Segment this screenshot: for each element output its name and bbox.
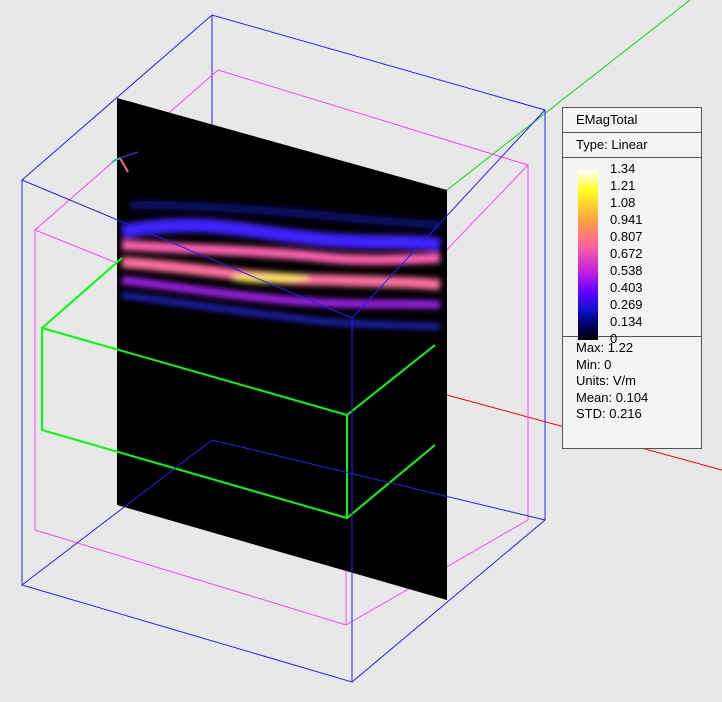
stat-units: Units: V/m (576, 373, 636, 388)
tick-label: 0.403 (610, 280, 643, 295)
stat-mean: Mean: 0.104 (576, 389, 649, 405)
tick-label: 0.941 (610, 212, 643, 227)
legend-title: EMagTotal (563, 108, 701, 133)
legend-scale: 1.34 1.21 1.08 0.941 0.807 0.672 0.538 0… (563, 158, 701, 346)
tick-label: 0 (610, 331, 618, 346)
color-bar (578, 170, 598, 340)
legend-ticks: 1.34 1.21 1.08 0.941 0.807 0.672 0.538 0… (610, 160, 643, 347)
legend-type: Type: Linear (563, 133, 701, 158)
stat-min: Min: 0 (576, 356, 612, 372)
tick-label: 0.269 (610, 297, 643, 312)
legend-stats: Max: 1.22 Min: 0 Units: V/m Mean: 0.104 … (563, 337, 701, 423)
tick-label: 1.21 (610, 178, 636, 193)
tick-label: 1.08 (610, 195, 636, 210)
stat-std: STD: 0.216 (576, 406, 642, 421)
tick-label: 0.807 (610, 229, 643, 244)
tick-label: 0.672 (610, 246, 643, 261)
tick-label: 1.34 (610, 161, 636, 176)
field-plane (117, 98, 447, 600)
tick-label: 0.538 (610, 263, 643, 278)
color-legend[interactable]: EMagTotal Type: Linear 1.34 1.21 1.08 0.… (562, 107, 702, 449)
tick-label: 0.134 (610, 314, 643, 329)
